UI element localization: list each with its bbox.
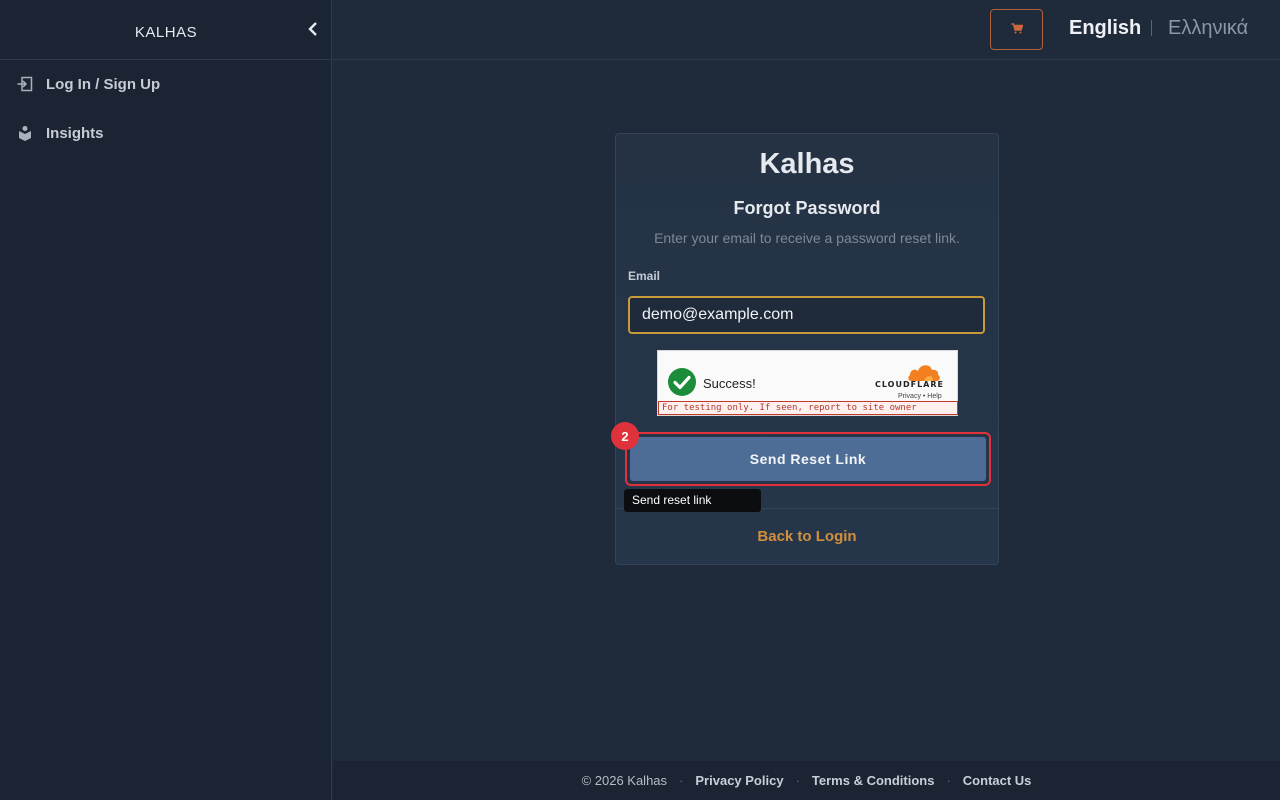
terms-link[interactable]: Terms & Conditions [812,773,935,788]
language-english[interactable]: English [1069,17,1141,40]
login-icon [17,76,33,92]
footer-separator: · [946,773,951,788]
top-bar: English Ελληνικά [333,0,1280,60]
send-reset-link-button[interactable]: Send Reset Link [630,437,986,481]
back-to-login-link[interactable]: Back to Login [616,528,998,545]
sidebar-item-label: Log In / Sign Up [46,75,161,93]
footer-separator: · [679,773,684,788]
footer-separator: · [795,773,800,788]
cart-icon [1011,22,1023,37]
email-label: Email [628,269,661,283]
privacy-policy-link[interactable]: Privacy Policy [695,773,783,788]
captcha-warning: For testing only. If seen, report to sit… [658,401,958,415]
insights-icon [17,125,33,141]
card-subtitle: Forgot Password [733,198,881,218]
card-description: Enter your email to receive a password r… [654,230,960,246]
sidebar-header: KALHAS [0,0,331,60]
captcha-links[interactable]: Privacy • Help [898,393,942,400]
language-divider [1151,20,1152,36]
card-title: Kalhas [759,148,855,180]
footer: © 2026 Kalhas · Privacy Policy · Terms &… [333,761,1280,800]
email-field[interactable] [628,296,985,334]
captcha-widget[interactable]: Success! CLOUDFLARE Privacy • Help For t… [657,350,958,416]
checkmark-icon [668,368,696,396]
sidebar-item-insights[interactable]: Insights [0,113,332,153]
step-marker-badge: 2 [611,422,639,450]
sidebar: KALHAS Log In / Sign Up Insights [0,0,332,800]
contact-us-link[interactable]: Contact Us [963,773,1032,788]
copyright: © 2026 Kalhas [581,773,668,788]
captcha-brand: CLOUDFLARE [875,380,944,389]
tooltip: Send reset link [624,489,761,512]
language-greek[interactable]: Ελληνικά [1168,17,1248,40]
sidebar-item-login[interactable]: Log In / Sign Up [0,64,332,104]
chevron-left-icon[interactable] [305,22,321,40]
sidebar-item-label: Insights [46,124,104,142]
submit-highlight: Send Reset Link [625,432,991,486]
captcha-status: Success! [703,376,756,391]
brand-name: KALHAS [134,24,198,41]
cart-button[interactable] [990,9,1043,50]
